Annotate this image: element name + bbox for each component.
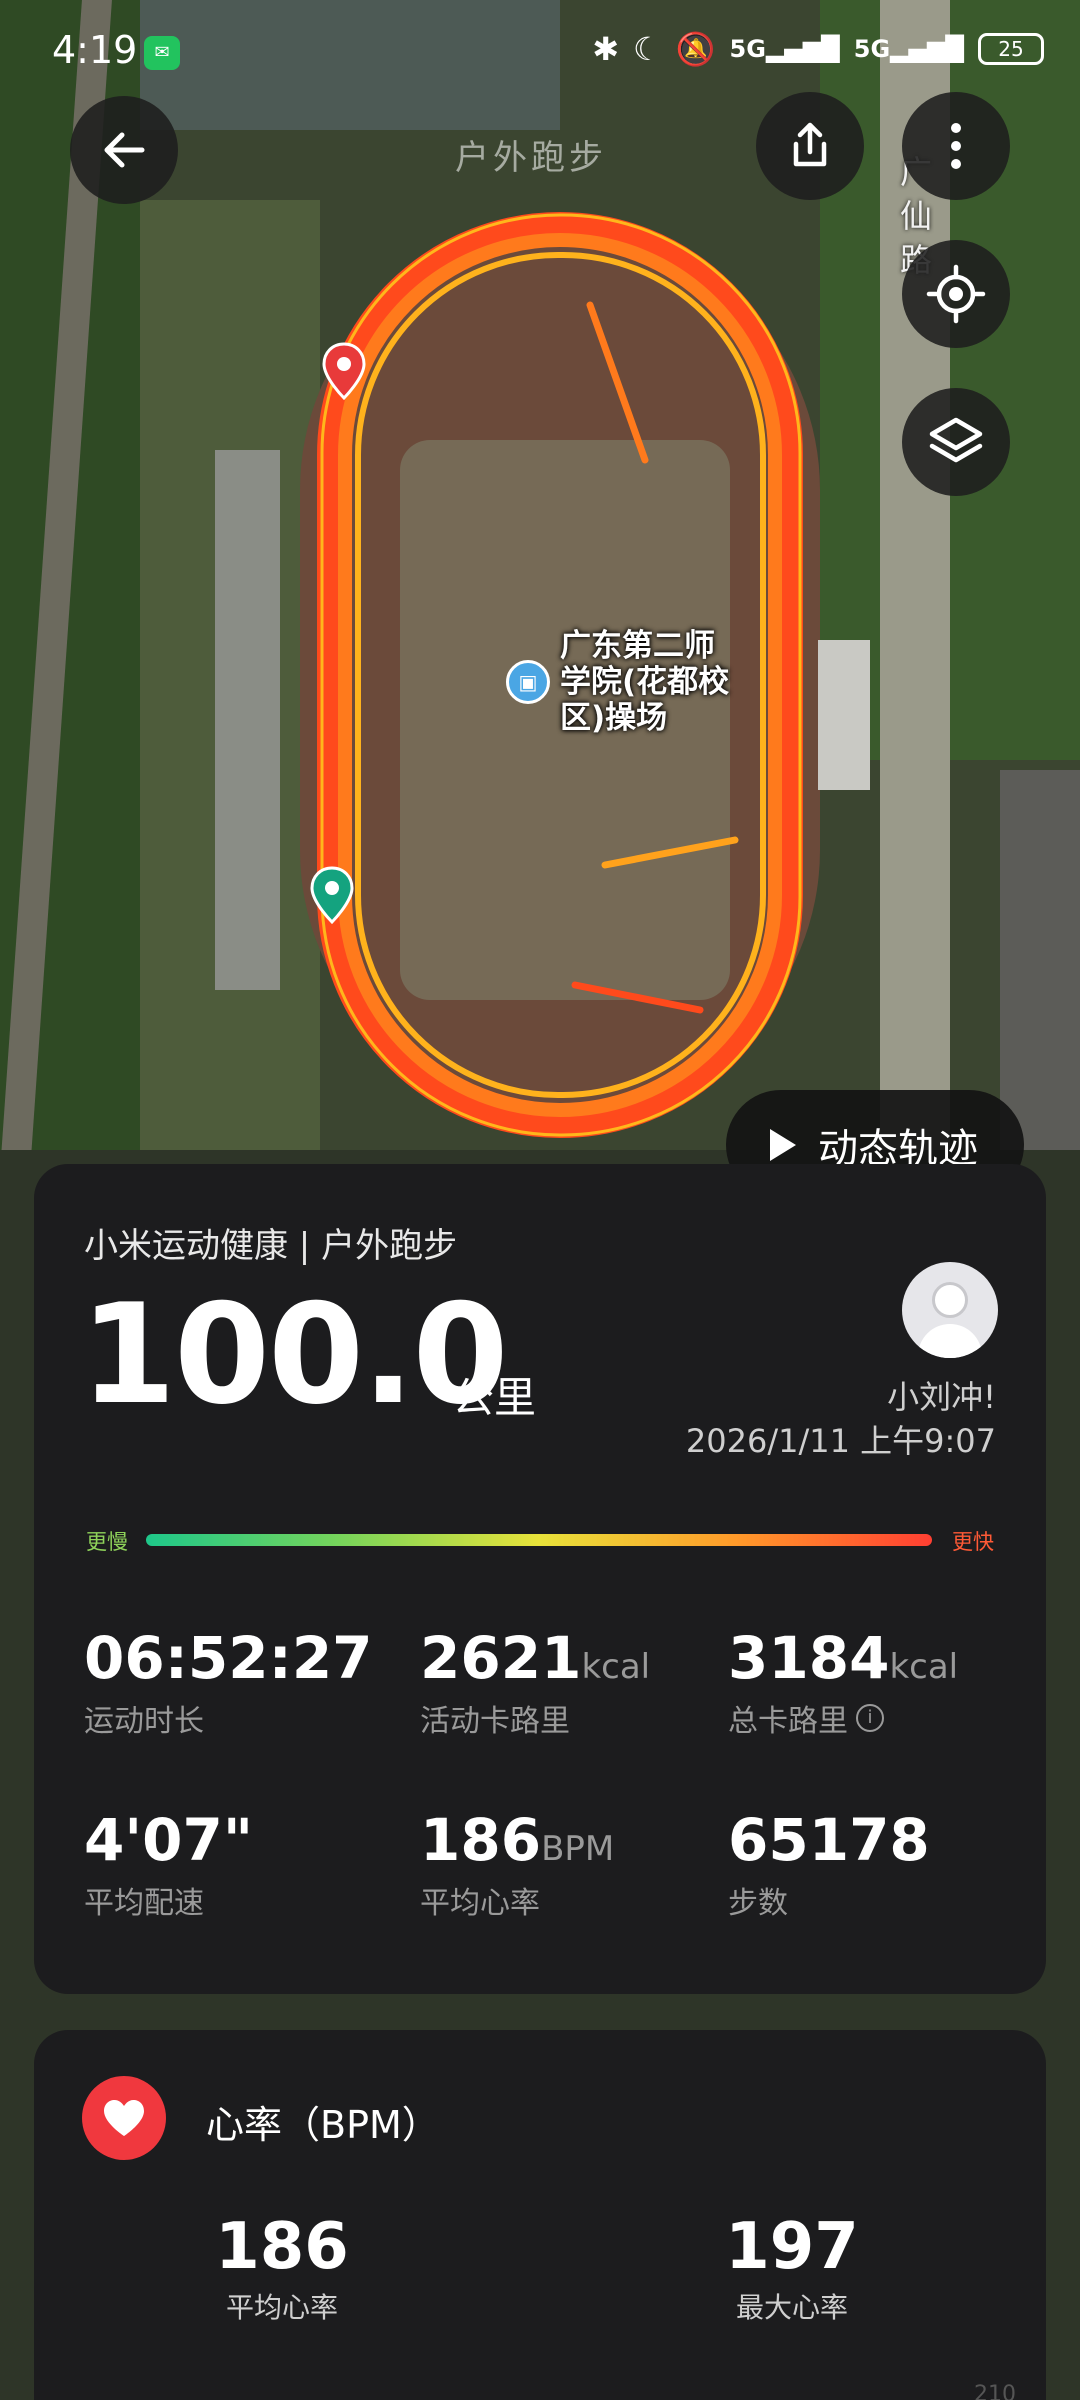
pace-slow-label: 更慢 <box>86 1530 128 1554</box>
status-icons: ✱ ☾ 🔕 5G▂▄▆█ 5G▂▄▆█ 25 <box>592 30 1044 68</box>
stat-total-calories-value: 3184 <box>728 1624 890 1692</box>
stat-steps-label: 步数 <box>728 1886 788 1921</box>
stat-avg-pace: 4'07" 平均配速 <box>84 1806 253 1922</box>
stat-avg-pace-value: 4'07" <box>84 1806 254 1874</box>
avatar[interactable] <box>902 1262 998 1358</box>
share-button[interactable] <box>756 92 864 200</box>
heart-rate-title: 心率（BPM） <box>206 2103 440 2147</box>
back-arrow-icon <box>104 132 145 168</box>
route-stray-3 <box>571 981 704 1014</box>
stat-avg-heart-rate-label: 平均心率 <box>420 1886 540 1921</box>
route-stray-1 <box>586 301 649 464</box>
stat-duration: 06:52:27 运动时长 <box>84 1624 373 1740</box>
start-pin-icon <box>310 866 354 925</box>
play-icon <box>770 1129 796 1161</box>
stat-active-calories-value: 2621 <box>420 1624 582 1692</box>
stat-steps: 65178 步数 <box>728 1806 930 1922</box>
moon-icon: ☾ <box>633 30 662 68</box>
end-pin-icon <box>322 342 366 401</box>
stat-duration-label: 运动时长 <box>84 1704 204 1739</box>
stat-active-calories: 2621kcal 活动卡路里 <box>420 1624 650 1740</box>
stat-active-calories-label: 活动卡路里 <box>420 1704 570 1739</box>
stat-total-calories-label: 总卡路里 <box>728 1704 848 1739</box>
bluetooth-icon: ✱ <box>592 30 619 68</box>
username: 小刘冲! <box>887 1378 996 1416</box>
status-time: 4:19 <box>52 28 138 72</box>
stat-duration-value: 06:52:27 <box>84 1624 373 1692</box>
wechat-icon: ✉ <box>144 36 180 70</box>
route-stray-2 <box>601 836 739 869</box>
stat-avg-heart-rate: 186BPM 平均心率 <box>420 1806 614 1922</box>
workout-summary-card: 小米运动健康 | 户外跑步 100.0 公里 小刘冲! 2026/1/11 上午… <box>34 1164 1046 1994</box>
bus-stop-icon[interactable]: ▣ <box>506 660 550 704</box>
stat-active-calories-unit: kcal <box>581 1647 651 1687</box>
hr-max-value: 197 <box>725 2210 859 2284</box>
stat-total-calories: 3184kcal 总卡路里 i <box>728 1624 958 1740</box>
pace-gradient-bar <box>146 1534 932 1546</box>
distance-value: 100.0 <box>80 1274 509 1435</box>
hr-axis-tick: 210 <box>974 2382 1016 2400</box>
heart-rate-card[interactable]: 心率（BPM） 186 平均心率 197 最大心率 210 <box>34 2030 1046 2400</box>
signal-icon-2: 5G▂▄▆█ <box>853 35 964 63</box>
status-bar: 4:19 ✉ ✱ ☾ 🔕 5G▂▄▆█ 5G▂▄▆█ 25 <box>0 0 1080 110</box>
poi-label[interactable]: 广东第二师 学院(花都校 区)操场 <box>560 628 760 736</box>
stat-avg-heart-rate-value: 186 <box>420 1806 542 1874</box>
more-vertical-icon <box>951 123 961 169</box>
poi-label-line-2: 学院(花都校 <box>560 664 730 700</box>
signal-icon-1: 5G▂▄▆█ <box>729 35 840 63</box>
info-icon[interactable]: i <box>856 1704 884 1732</box>
battery-icon: 25 <box>978 33 1044 65</box>
hr-max: 197 最大心率 <box>692 2210 892 2326</box>
stat-total-calories-unit: kcal <box>889 1647 959 1687</box>
pace-fast-label: 更快 <box>952 1530 994 1554</box>
poi-label-line-3: 区)操场 <box>560 700 668 736</box>
target-icon <box>926 264 986 324</box>
more-options-button[interactable] <box>902 92 1010 200</box>
hr-avg: 186 平均心率 <box>182 2210 382 2326</box>
distance-unit: 公里 <box>452 1373 537 1422</box>
workout-datetime: 2026/1/11 上午9:07 <box>685 1422 996 1460</box>
workout-source: 小米运动健康 | 户外跑步 <box>84 1226 458 1266</box>
stat-avg-pace-label: 平均配速 <box>84 1886 204 1921</box>
poi-label-line-1: 广东第二师 <box>560 628 715 664</box>
layers-icon <box>929 417 983 463</box>
stat-steps-value: 65178 <box>728 1806 930 1874</box>
share-icon <box>793 122 827 167</box>
layers-button[interactable] <box>902 388 1010 496</box>
stat-avg-heart-rate-unit: BPM <box>541 1829 615 1869</box>
heart-icon <box>82 2076 166 2160</box>
hr-avg-label: 平均心率 <box>225 2291 338 2324</box>
hr-avg-value: 186 <box>215 2210 349 2284</box>
mute-bell-icon: 🔕 <box>675 30 716 68</box>
hr-max-label: 最大心率 <box>735 2291 848 2324</box>
locate-button[interactable] <box>902 240 1010 348</box>
back-button[interactable] <box>70 96 178 204</box>
